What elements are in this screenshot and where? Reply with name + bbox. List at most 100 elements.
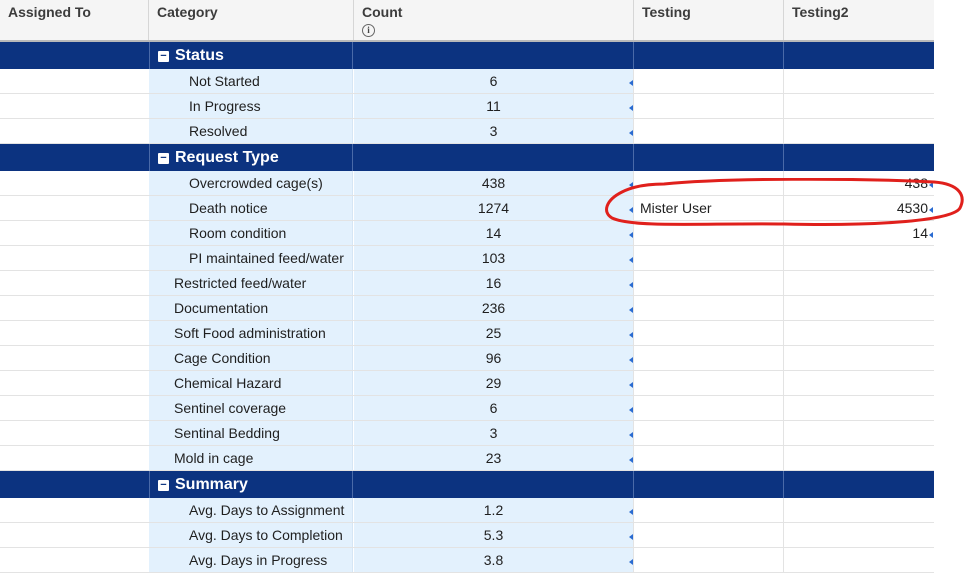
- table-row[interactable]: Sentinal Bedding 3: [0, 421, 934, 446]
- group-header-cell[interactable]: − Status: [149, 42, 353, 69]
- category-cell[interactable]: Avg. Days in Progress: [149, 548, 353, 572]
- category-cell[interactable]: Restricted feed/water: [149, 271, 353, 295]
- category-cell[interactable]: Overcrowded cage(s): [149, 171, 353, 195]
- category-cell[interactable]: Not Started: [149, 69, 353, 93]
- count-cell[interactable]: 6: [354, 396, 633, 420]
- table-row[interactable]: Not Started 6: [0, 69, 934, 94]
- count-cell[interactable]: 23: [354, 446, 633, 470]
- category-cell[interactable]: Soft Food administration: [149, 321, 353, 345]
- column-divider: [783, 171, 784, 195]
- count-cell[interactable]: 1.2: [354, 498, 633, 522]
- category-cell[interactable]: Chemical Hazard: [149, 371, 353, 395]
- column-divider: [783, 271, 784, 295]
- count-cell[interactable]: 29: [354, 371, 633, 395]
- group-header-cell[interactable]: − Request Type: [149, 144, 353, 171]
- category-cell[interactable]: Resolved: [149, 119, 353, 143]
- count-value: 1274: [477, 200, 510, 216]
- table-row[interactable]: Documentation 236: [0, 296, 934, 321]
- category-cell[interactable]: Documentation: [149, 296, 353, 320]
- category-cell[interactable]: Avg. Days to Completion: [149, 523, 353, 547]
- count-cell[interactable]: 5.3: [354, 523, 633, 547]
- collapse-icon[interactable]: −: [158, 153, 169, 164]
- table-row[interactable]: In Progress 11: [0, 94, 934, 119]
- testing2-cell[interactable]: 14: [912, 221, 928, 245]
- table-row[interactable]: Death notice 1274 Mister User 4530: [0, 196, 934, 221]
- count-cell[interactable]: 6: [354, 69, 633, 93]
- category-cell[interactable]: Mold in cage: [149, 446, 353, 470]
- column-divider: [783, 296, 784, 320]
- group-column-divider: [783, 471, 784, 498]
- table-row[interactable]: Overcrowded cage(s) 438 438: [0, 171, 934, 196]
- testing-cell[interactable]: Mister User: [640, 196, 712, 220]
- grid-body: − Status Not Started 6 In Progress 11 Resolved…: [0, 42, 934, 573]
- column-header-assigned-to[interactable]: Assigned To: [0, 0, 149, 40]
- count-cell[interactable]: 236: [354, 296, 633, 320]
- count-value: 23: [485, 450, 502, 466]
- column-divider: [783, 221, 784, 245]
- count-cell[interactable]: 14: [354, 221, 633, 245]
- category-cell[interactable]: PI maintained feed/water: [149, 246, 353, 270]
- column-divider: [783, 196, 784, 220]
- column-divider: [633, 246, 634, 270]
- column-divider: [633, 396, 634, 420]
- testing2-cell[interactable]: 4530: [897, 196, 928, 220]
- table-row[interactable]: Avg. Days to Assignment 1.2: [0, 498, 934, 523]
- column-header-label: Assigned To: [8, 4, 91, 20]
- table-row[interactable]: Sentinel coverage 6: [0, 396, 934, 421]
- category-cell[interactable]: Sentinel coverage: [149, 396, 353, 420]
- column-divider: [783, 371, 784, 395]
- count-cell[interactable]: 1274: [354, 196, 633, 220]
- count-value: 3: [489, 123, 498, 139]
- group-column-divider: [633, 471, 634, 498]
- table-row[interactable]: Resolved 3: [0, 119, 934, 144]
- table-row[interactable]: Chemical Hazard 29: [0, 371, 934, 396]
- count-value: 96: [485, 350, 502, 366]
- count-value: 6: [489, 73, 498, 89]
- column-divider: [633, 196, 634, 220]
- collapse-icon[interactable]: −: [158, 51, 169, 62]
- table-row[interactable]: Cage Condition 96: [0, 346, 934, 371]
- table-row[interactable]: Soft Food administration 25: [0, 321, 934, 346]
- info-icon[interactable]: i: [362, 24, 375, 37]
- count-cell[interactable]: 3.8: [354, 548, 633, 572]
- column-header-testing[interactable]: Testing: [634, 0, 784, 40]
- category-cell[interactable]: Avg. Days to Assignment: [149, 498, 353, 522]
- category-cell[interactable]: Cage Condition: [149, 346, 353, 370]
- triangle-marker-icon: [929, 232, 933, 238]
- column-divider: [633, 171, 634, 195]
- triangle-marker-icon: [929, 207, 933, 213]
- column-header-category[interactable]: Category: [149, 0, 354, 40]
- category-cell[interactable]: Death notice: [149, 196, 353, 220]
- category-cell[interactable]: Sentinal Bedding: [149, 421, 353, 445]
- table-row[interactable]: Avg. Days in Progress 3.8: [0, 548, 934, 573]
- table-row[interactable]: PI maintained feed/water 103: [0, 246, 934, 271]
- table-row[interactable]: Restricted feed/water 16: [0, 271, 934, 296]
- collapse-icon[interactable]: −: [158, 480, 169, 491]
- triangle-marker-icon: [929, 182, 933, 188]
- table-row[interactable]: Mold in cage 23: [0, 446, 934, 471]
- count-cell[interactable]: 25: [354, 321, 633, 345]
- column-header-count[interactable]: Count i: [354, 0, 634, 40]
- column-divider: [783, 523, 784, 547]
- count-cell[interactable]: 438: [354, 171, 633, 195]
- column-header-testing2[interactable]: Testing2: [784, 0, 934, 40]
- group-header-cell[interactable]: − Summary: [149, 471, 353, 498]
- count-value: 6: [489, 400, 498, 416]
- table-row[interactable]: Room condition 14 14: [0, 221, 934, 246]
- count-cell[interactable]: 16: [354, 271, 633, 295]
- group-title: Request Type: [175, 149, 279, 166]
- count-value: 1.2: [483, 502, 504, 518]
- table-row[interactable]: Avg. Days to Completion 5.3: [0, 523, 934, 548]
- category-cell[interactable]: In Progress: [149, 94, 353, 118]
- count-cell[interactable]: 103: [354, 246, 633, 270]
- count-cell[interactable]: 96: [354, 346, 633, 370]
- count-cell[interactable]: 3: [354, 119, 633, 143]
- testing2-cell[interactable]: 438: [905, 171, 928, 195]
- category-cell[interactable]: Room condition: [149, 221, 353, 245]
- count-cell[interactable]: 11: [354, 94, 633, 118]
- count-cell[interactable]: 3: [354, 421, 633, 445]
- column-divider: [783, 119, 784, 143]
- column-divider: [633, 548, 634, 572]
- group-title: Summary: [175, 476, 248, 493]
- column-divider: [783, 396, 784, 420]
